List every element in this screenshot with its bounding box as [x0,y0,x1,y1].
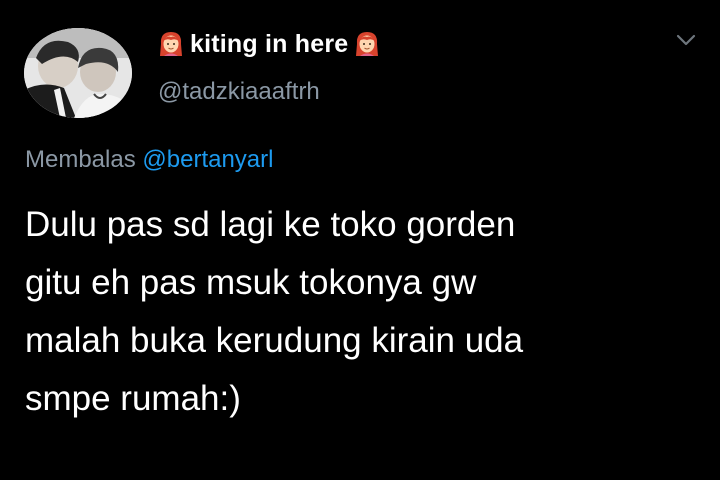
chevron-down-icon[interactable] [675,32,697,48]
tweet-text-line: malah buka kerudung kirain uda [25,321,524,360]
tweet-text-line: gitu eh pas msuk tokonya gw [25,263,477,302]
display-name-row[interactable]: kiting in here [158,28,380,60]
display-name: kiting in here [190,29,349,58]
username[interactable]: @tadzkiaaaftrh [158,78,320,106]
tweet-text-line: smpe rumah:) [25,379,241,418]
tweet-text-line: Dulu pas sd lagi ke toko gorden [25,205,516,244]
avatar[interactable] [24,28,132,118]
tweet: kiting in here @tadzkiaaaftrh Membalas @… [0,0,720,480]
reply-prefix: Membalas [25,146,136,173]
tweet-text: Dulu pas sd lagi ke toko gorden gitu eh … [25,196,695,428]
reply-mention-link[interactable]: @bertanyarl [142,146,273,173]
woman-red-hair-emoji-icon [158,30,184,58]
reply-context: Membalas @bertanyarl [25,146,273,174]
woman-red-hair-emoji-icon [354,30,380,58]
